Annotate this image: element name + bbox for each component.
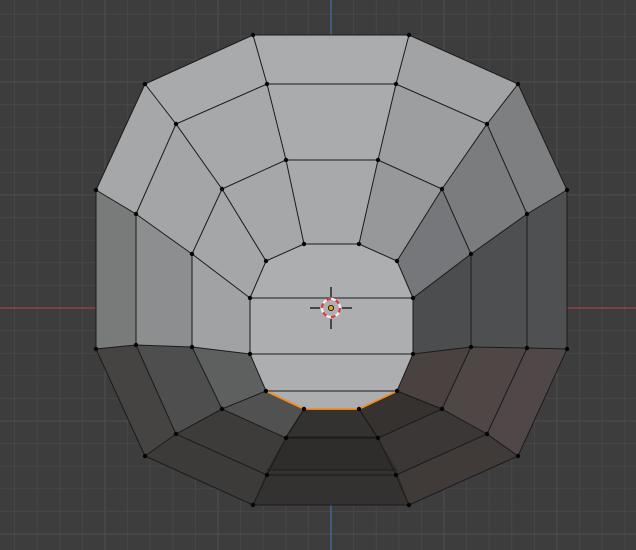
mesh-vertex <box>564 187 570 193</box>
object-origin-icon <box>327 304 334 311</box>
mesh-vertex <box>263 388 269 394</box>
mesh-face <box>253 35 409 84</box>
mesh-vertex <box>356 406 362 412</box>
viewport-canvas[interactable] <box>0 0 636 550</box>
mesh-face-lower-band <box>267 437 397 470</box>
mesh-vertex <box>524 345 530 351</box>
mesh-face <box>267 84 396 160</box>
mesh-vertex <box>93 346 99 352</box>
mesh-vertex <box>301 241 307 247</box>
mesh-vertex <box>356 241 362 247</box>
mesh-vertex <box>219 406 225 412</box>
mesh-face <box>96 190 136 349</box>
mesh-vertex <box>394 258 400 264</box>
mesh-vertex <box>250 32 256 38</box>
mesh-vertex <box>375 157 381 163</box>
mesh-vertex <box>439 186 445 192</box>
mesh-vertex <box>189 344 195 350</box>
mesh-face <box>527 190 567 349</box>
mesh-vertex <box>264 81 270 87</box>
mesh-vertex <box>189 251 195 257</box>
mesh-vertex <box>468 344 474 350</box>
mesh-vertex <box>468 251 474 257</box>
mesh-object[interactable] <box>93 32 570 508</box>
mesh-vertex <box>410 295 416 301</box>
mesh-vertex <box>133 211 139 217</box>
mesh-vertex <box>406 32 412 38</box>
mesh-vertex <box>393 81 399 87</box>
mesh-vertex <box>133 342 139 348</box>
mesh-vertex <box>250 502 256 508</box>
mesh-vertex <box>406 502 412 508</box>
mesh-vertex <box>173 121 179 127</box>
mesh-vertex <box>263 258 269 264</box>
mesh-vertex <box>247 351 253 357</box>
mesh-vertex <box>439 406 445 412</box>
mesh-vertex <box>375 435 381 441</box>
mesh-vertex <box>410 351 416 357</box>
mesh-vertex <box>283 157 289 163</box>
mesh-vertex <box>93 187 99 193</box>
mesh-vertex <box>219 186 225 192</box>
mesh-vertex <box>564 346 570 352</box>
mesh-vertex <box>283 435 289 441</box>
mesh-vertex <box>142 453 148 459</box>
mesh-vertex <box>264 472 270 478</box>
mesh-vertex <box>247 295 253 301</box>
3d-viewport[interactable] <box>0 0 636 550</box>
mesh-faces[interactable] <box>96 35 567 505</box>
mesh-vertex <box>524 211 530 217</box>
mesh-vertex <box>394 388 400 394</box>
mesh-vertex <box>484 431 490 437</box>
mesh-vertex <box>515 81 521 87</box>
mesh-vertex <box>142 81 148 87</box>
mesh-vertex <box>484 121 490 127</box>
mesh-vertex <box>393 472 399 478</box>
mesh-vertex <box>515 453 521 459</box>
mesh-vertex <box>301 406 307 412</box>
mesh-vertex <box>173 431 179 437</box>
